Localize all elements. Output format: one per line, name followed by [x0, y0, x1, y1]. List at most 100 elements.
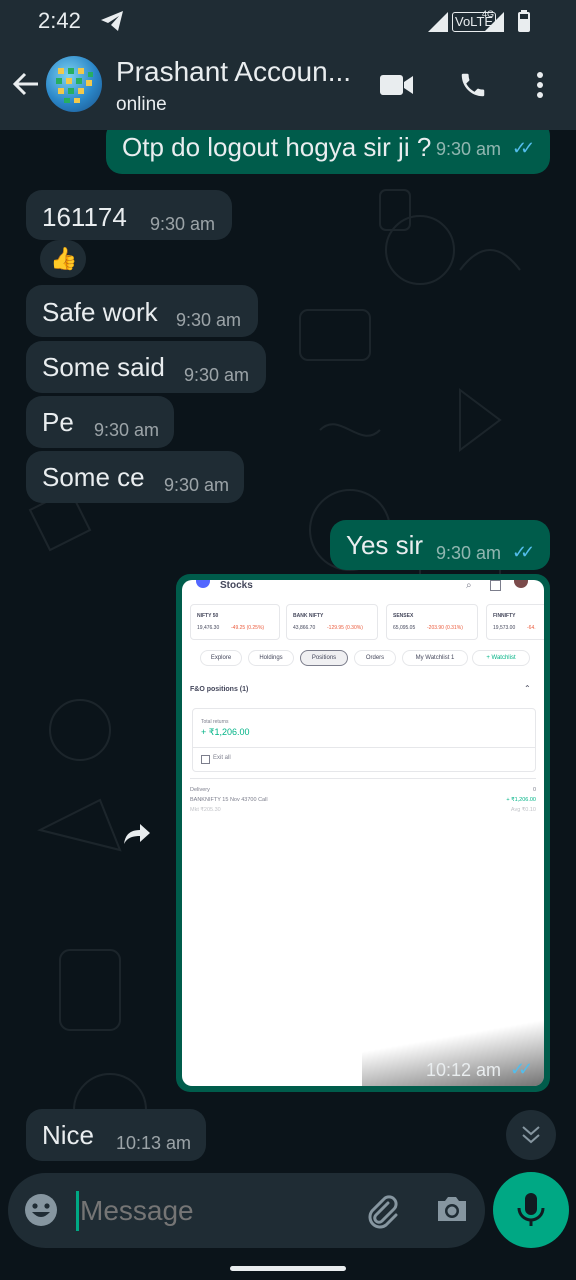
- gesture-bar[interactable]: [230, 1266, 346, 1271]
- message-bubble-out[interactable]: Yes sir 9:30 am ✓✓: [330, 520, 550, 570]
- stocks-logo-icon: [196, 580, 210, 588]
- tab-label: Holdings: [259, 655, 283, 661]
- index-card: BANK NIFTY 43,866.70 -129.95 (0.30%): [286, 604, 378, 640]
- exit-label: Exit all: [213, 755, 231, 761]
- read-ticks-icon: ✓✓: [512, 138, 535, 158]
- mic-icon: [517, 1193, 545, 1226]
- tab-label: Explore: [210, 655, 232, 661]
- position-name: BANKNIFTY 15 Nov 43700 Call: [190, 797, 268, 803]
- message-text: Pe: [42, 407, 74, 437]
- message-bubble-in[interactable]: Some said 9:30 am: [26, 341, 266, 393]
- battery-icon: [518, 10, 530, 37]
- tab-orders: Orders: [354, 650, 396, 666]
- message-bubble-in[interactable]: Safe work 9:30 am: [26, 285, 258, 337]
- position-pnl: + ₹1,206.00: [506, 797, 536, 803]
- shared-screenshot[interactable]: Stocks ⌕ NIFTY 50 19,476.30 -49.25 (0.25…: [182, 580, 544, 1086]
- tab-label: + Watchlist: [486, 655, 516, 661]
- index-card: FINNIFTY 19,573.00 -64.: [486, 604, 544, 640]
- status-time: 2:42: [38, 8, 81, 33]
- emoji-icon[interactable]: [24, 1193, 58, 1232]
- message-text: 161174: [42, 202, 127, 232]
- index-name: SENSEX: [393, 613, 414, 619]
- message-time: 9:30 am: [94, 420, 160, 440]
- index-name: BANK NIFTY: [293, 613, 324, 619]
- phone-call-icon[interactable]: [458, 70, 488, 105]
- qr-icon: [490, 580, 501, 591]
- exit-icon: [201, 755, 210, 764]
- thumbs-up-icon: 👍: [50, 246, 78, 271]
- forward-icon: [124, 824, 150, 844]
- index-card: SENSEX 65,095.05 -203.90 (0.31%): [386, 604, 478, 640]
- message-input[interactable]: [78, 1187, 352, 1235]
- tab-positions: Positions: [300, 650, 348, 666]
- message-bubble-in[interactable]: 161174 9:30 am: [26, 190, 232, 240]
- read-ticks-icon: ✓✓: [510, 1059, 533, 1079]
- index-change: -64.: [527, 625, 536, 631]
- message-time: 9:30 am: [176, 310, 242, 330]
- collapse-icon: ⌃: [524, 684, 531, 693]
- position-type: Delivery: [190, 787, 210, 793]
- position-avg: Avg ₹0.10: [510, 807, 536, 813]
- returns-value: + ₹1,206.00: [201, 727, 250, 737]
- message-bubble-out[interactable]: Otp do logout hogya sir ji ? 9:30 am ✓✓: [106, 130, 550, 174]
- message-time: 10:13 am: [116, 1133, 192, 1153]
- search-icon: ⌕: [466, 580, 472, 591]
- profile-avatar: [514, 580, 528, 588]
- index-card: NIFTY 50 19,476.30 -49.25 (0.25%): [190, 604, 280, 640]
- message-bubble-in[interactable]: Pe 9:30 am: [26, 396, 174, 448]
- tab-label: Orders: [365, 655, 385, 661]
- tab-explore: Explore: [200, 650, 242, 666]
- message-text: Yes sir: [346, 530, 424, 560]
- scroll-to-bottom-button[interactable]: [506, 1110, 556, 1160]
- message-text: Some ce: [42, 462, 145, 492]
- position-ltp: Mkt ₹205.30: [190, 807, 221, 813]
- card-divider: [193, 747, 535, 748]
- position-qty: 0: [532, 787, 536, 793]
- stocks-title: Stocks: [220, 580, 253, 591]
- index-value: 43,866.70: [293, 625, 316, 631]
- chat-background: Otp do logout hogya sir ji ? 9:30 am ✓✓ …: [0, 130, 576, 1280]
- message-time: 10:12 am: [426, 1060, 502, 1080]
- index-change: -203.90 (0.31%): [427, 625, 463, 631]
- attach-icon[interactable]: [364, 1193, 400, 1234]
- message-time: 9:30 am: [184, 365, 250, 385]
- message-time: 9:30 am: [150, 214, 216, 234]
- back-arrow-icon[interactable]: [12, 70, 40, 103]
- more-options-icon[interactable]: [532, 70, 548, 105]
- message-text: Safe work: [42, 297, 158, 327]
- message-bubble-in[interactable]: Some ce 9:30 am: [26, 451, 244, 503]
- voice-record-button[interactable]: [493, 1172, 569, 1248]
- section-title: F&O positions (1): [190, 686, 249, 693]
- forward-button[interactable]: [118, 818, 156, 850]
- chat-header: Prashant Accoun... online: [0, 44, 576, 130]
- message-text: Otp do logout hogya sir ji ?: [122, 132, 432, 162]
- tab-label: My Watchlist 1: [415, 655, 455, 661]
- contact-status: online: [116, 94, 167, 115]
- camera-icon[interactable]: [435, 1193, 469, 1230]
- message-bubble-emoji[interactable]: 👍: [40, 240, 86, 278]
- read-ticks-icon: ✓✓: [512, 542, 535, 562]
- tab-watchlist: My Watchlist 1: [402, 650, 468, 666]
- index-value: 65,095.05: [393, 625, 416, 631]
- message-composer: [8, 1173, 485, 1248]
- signal-icon: [428, 12, 448, 37]
- index-name: NIFTY 50: [197, 613, 219, 619]
- message-time: 9:30 am: [436, 139, 502, 159]
- message-text: Nice: [42, 1120, 95, 1150]
- tab-label: Positions: [311, 655, 337, 661]
- message-time: 9:30 am: [436, 543, 502, 563]
- video-call-icon[interactable]: [380, 72, 414, 103]
- index-change: -49.25 (0.25%): [231, 625, 265, 631]
- message-text: Some said: [42, 352, 165, 382]
- returns-card: Total returns + ₹1,206.00 Exit all: [192, 708, 536, 772]
- image-message[interactable]: Stocks ⌕ NIFTY 50 19,476.30 -49.25 (0.25…: [176, 574, 550, 1092]
- contact-name[interactable]: Prashant Accoun...: [116, 56, 351, 88]
- index-value: 19,476.30: [197, 625, 220, 631]
- index-value: 19,573.00: [493, 625, 516, 631]
- status-bar: 2:42 VoLTE 4G: [0, 0, 576, 44]
- message-bubble-in[interactable]: Nice 10:13 am: [26, 1109, 206, 1161]
- index-change: -129.95 (0.30%): [327, 625, 363, 631]
- avatar[interactable]: [46, 56, 102, 112]
- message-time: 9:30 am: [164, 475, 230, 495]
- telegram-icon: [100, 10, 124, 37]
